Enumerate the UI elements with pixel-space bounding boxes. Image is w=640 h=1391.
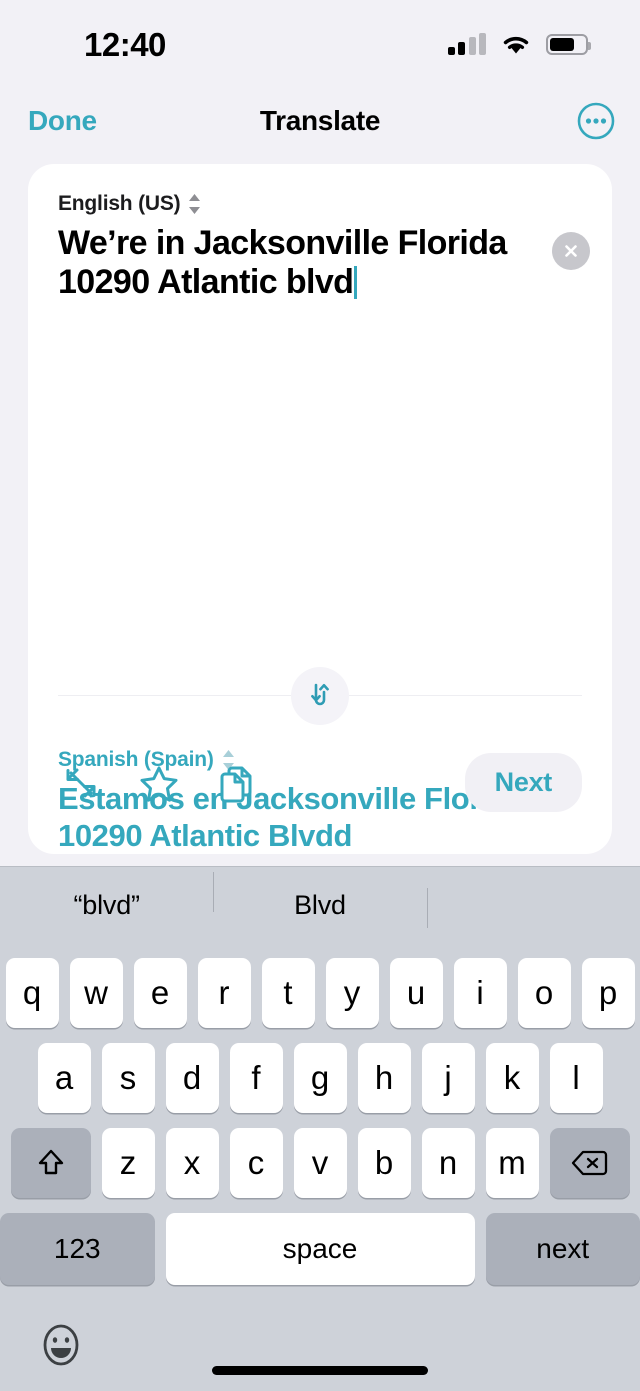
key-e[interactable]: e (133, 958, 187, 1028)
star-favorite-icon[interactable] (136, 760, 182, 806)
key-o[interactable]: o (517, 958, 571, 1028)
next-button[interactable]: Next (464, 753, 582, 812)
translate-card-wrapper: English (US) We’re in Jacksonville Flori… (0, 154, 640, 854)
key-i[interactable]: i (453, 958, 507, 1028)
key-q[interactable]: q (5, 958, 59, 1028)
navigation-bar: Done Translate (0, 88, 640, 154)
key-y[interactable]: y (325, 958, 379, 1028)
swap-languages-icon[interactable] (291, 666, 349, 725)
home-indicator (212, 1366, 428, 1375)
key-r[interactable]: r (197, 958, 251, 1028)
key-p[interactable]: p (581, 958, 635, 1028)
copy-documents-icon[interactable] (214, 760, 260, 806)
key-l[interactable]: l (549, 1043, 603, 1113)
key-t[interactable]: t (261, 958, 315, 1028)
delete-backspace-icon[interactable] (549, 1128, 630, 1198)
key-d[interactable]: d (165, 1043, 219, 1113)
battery-icon (546, 33, 591, 55)
source-text[interactable]: We’re in Jacksonville Florida 10290 Atla… (58, 224, 528, 303)
card-action-bar: Next (58, 753, 582, 812)
key-z[interactable]: z (101, 1128, 155, 1198)
status-time: 12:40 (84, 25, 166, 63)
translate-card: English (US) We’re in Jacksonville Flori… (28, 164, 612, 854)
cellular-signal-icon (447, 33, 486, 55)
keyboard-row-3: z x c v b n m (0, 1128, 640, 1198)
chevron-up-down-icon (189, 194, 201, 214)
suggestion-item[interactable]: “blvd” (0, 890, 213, 921)
key-j[interactable]: j (421, 1043, 475, 1113)
emoji-smiley-icon[interactable] (36, 1320, 86, 1370)
source-text-area[interactable]: We’re in Jacksonville Florida 10290 Atla… (58, 224, 590, 303)
key-m[interactable]: m (485, 1128, 539, 1198)
key-x[interactable]: x (165, 1128, 219, 1198)
return-next-key[interactable]: next (485, 1213, 640, 1285)
key-s[interactable]: s (101, 1043, 155, 1113)
numbers-key[interactable]: 123 (0, 1213, 155, 1285)
key-w[interactable]: w (69, 958, 123, 1028)
key-v[interactable]: v (293, 1128, 347, 1198)
key-k[interactable]: k (485, 1043, 539, 1113)
keyboard-row-1: q w e r t y u i o p (0, 944, 640, 1028)
translate-screen: 12:40 Done Translate English (US) We’re … (0, 0, 640, 1391)
suggestion-bar: “blvd” Blvd (0, 866, 640, 944)
key-a[interactable]: a (37, 1043, 91, 1113)
more-ellipsis-circle-icon[interactable] (576, 101, 616, 141)
keyboard-row-4: 123 space next (0, 1213, 640, 1285)
shift-arrow-icon[interactable] (10, 1128, 91, 1198)
clear-circle-x-icon[interactable] (552, 232, 590, 270)
key-g[interactable]: g (293, 1043, 347, 1113)
language-divider (58, 666, 582, 726)
suggestion-item[interactable]: Blvd (213, 872, 426, 921)
expand-fullscreen-icon[interactable] (58, 760, 104, 806)
keyboard-bottom-bar (0, 1299, 640, 1391)
key-h[interactable]: h (357, 1043, 411, 1113)
status-icons (447, 33, 591, 56)
key-c[interactable]: c (229, 1128, 283, 1198)
key-u[interactable]: u (389, 958, 443, 1028)
status-bar: 12:40 (0, 0, 640, 88)
key-b[interactable]: b (357, 1128, 411, 1198)
keyboard-row-2: a s d f g h j k l (0, 1043, 640, 1113)
space-key[interactable]: space (165, 1213, 475, 1285)
source-language-selector[interactable]: English (US) (58, 192, 582, 216)
source-language-label: English (US) (58, 192, 181, 215)
on-screen-keyboard: “blvd” Blvd q w e r t y u i o p a s d f … (0, 866, 640, 1391)
key-n[interactable]: n (421, 1128, 475, 1198)
done-button[interactable]: Done (28, 105, 97, 137)
wifi-icon (503, 36, 529, 53)
key-f[interactable]: f (229, 1043, 283, 1113)
text-cursor (354, 266, 358, 300)
